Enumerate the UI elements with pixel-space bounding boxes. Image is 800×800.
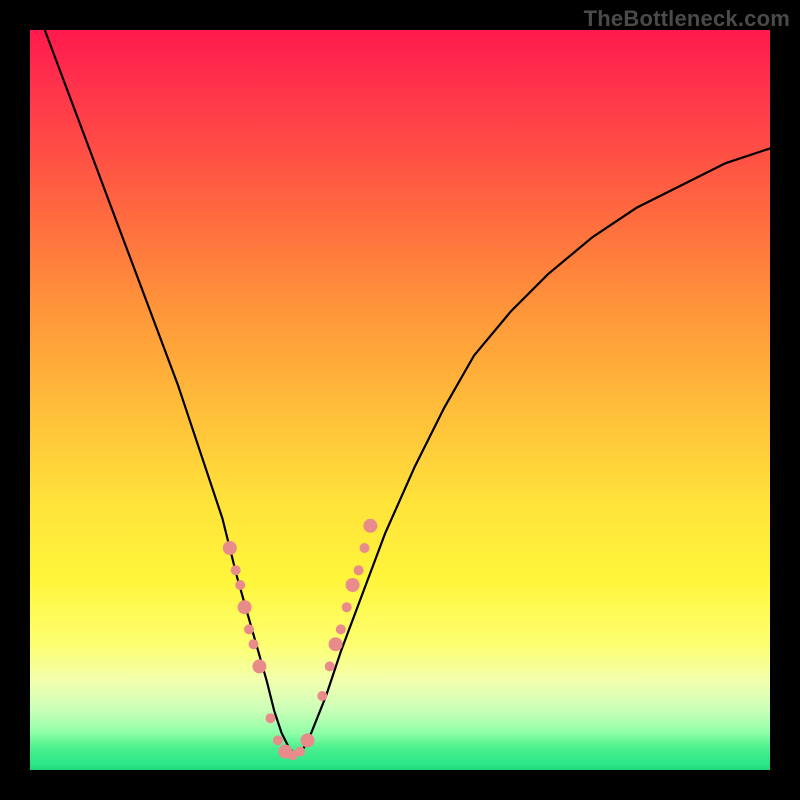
watermark-text: TheBottleneck.com [584, 6, 790, 32]
marker-point [223, 541, 237, 555]
marker-point [336, 624, 346, 634]
marker-point [363, 519, 377, 533]
marker-point [360, 543, 370, 553]
marker-point [346, 578, 360, 592]
chart-frame: TheBottleneck.com [0, 0, 800, 800]
marker-point [235, 580, 245, 590]
bottleneck-curve [45, 30, 770, 755]
marker-point [317, 691, 327, 701]
marker-point [252, 659, 266, 673]
plot-area [30, 30, 770, 770]
marker-point [231, 565, 241, 575]
marker-group [223, 519, 378, 760]
marker-point [244, 624, 254, 634]
marker-point [354, 565, 364, 575]
marker-point [295, 747, 305, 757]
marker-point [249, 639, 259, 649]
marker-point [325, 661, 335, 671]
curve-svg [30, 30, 770, 770]
marker-point [329, 637, 343, 651]
marker-point [266, 713, 276, 723]
marker-point [342, 602, 352, 612]
marker-point [301, 733, 315, 747]
marker-point [273, 735, 283, 745]
marker-point [238, 600, 252, 614]
